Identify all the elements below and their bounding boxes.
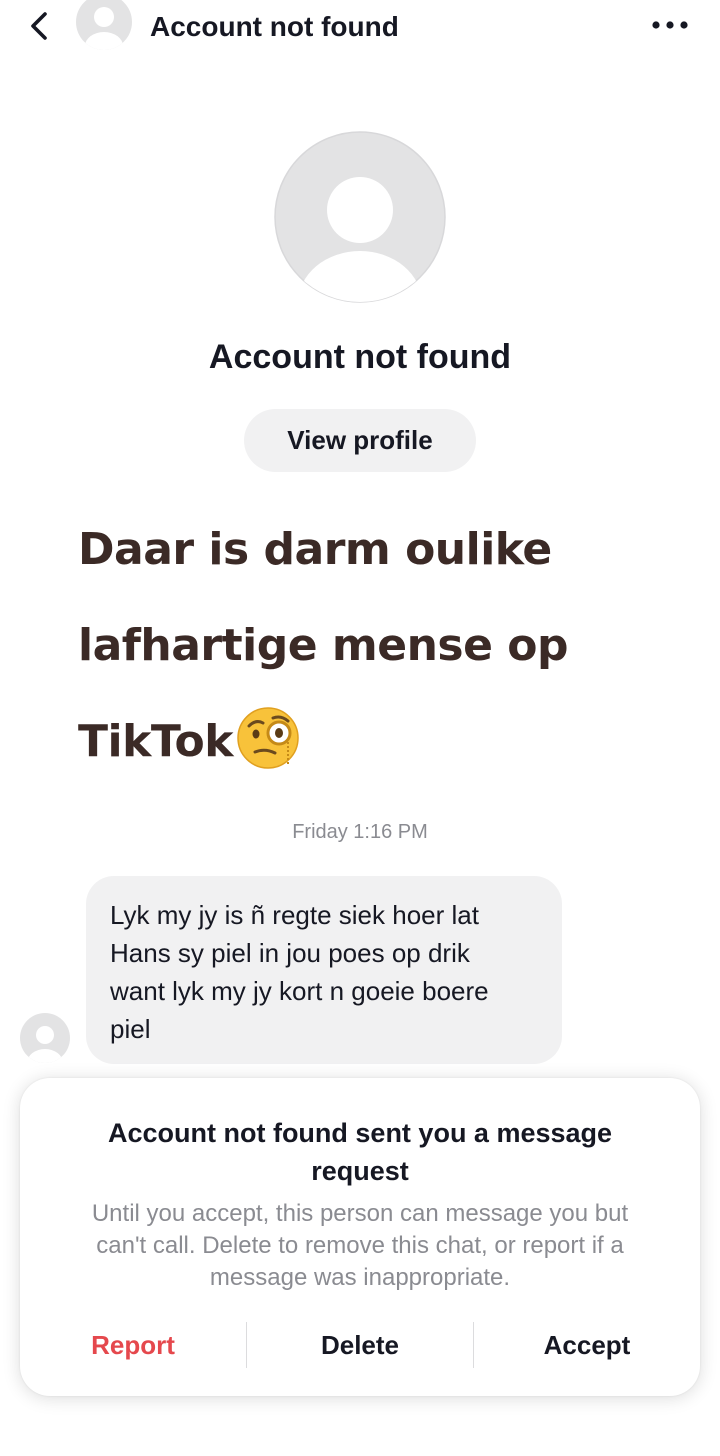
more-options-button[interactable] [648, 10, 692, 40]
request-description: Until you accept, this person can messag… [50, 1198, 670, 1294]
caption-text: TikTok [78, 716, 234, 767]
message-line: Hans sy piel in jou poes op drik [110, 938, 470, 968]
default-avatar-icon [20, 1013, 70, 1063]
back-button[interactable] [22, 8, 56, 44]
message-line: Lyk my jy is ñ regte siek hoer lat [110, 900, 479, 930]
more-horizontal-icon [652, 21, 688, 29]
request-actions: Report Delete Accept [20, 1322, 700, 1368]
request-description-line: can't call. Delete to remove this chat, … [96, 1232, 624, 1259]
caption-line: lafhartige mense op [78, 620, 569, 671]
chevron-left-icon [31, 12, 47, 40]
header-title: Account not found [150, 11, 399, 42]
accept-button[interactable]: Accept [474, 1322, 700, 1368]
view-profile-button[interactable]: View profile [244, 409, 476, 472]
message-timestamp: Friday 1:16 PM [292, 821, 428, 843]
message-request-card: Account not found sent you a message req… [20, 1078, 700, 1396]
delete-button[interactable]: Delete [247, 1322, 473, 1368]
report-button[interactable]: Report [20, 1322, 246, 1368]
profile-name: Account not found [208, 338, 512, 376]
profile-avatar[interactable] [274, 131, 446, 303]
request-description-line: Until you accept, this person can messag… [91, 1200, 629, 1227]
message-bubble[interactable]: Lyk my jy is ñ regte siek hoer lat Hans … [86, 876, 562, 1064]
caption-line: TikTok [78, 694, 678, 790]
default-avatar-icon [76, 0, 132, 50]
header-avatar[interactable] [76, 0, 132, 52]
request-description-line: message was inappropriate. [209, 1264, 511, 1291]
overlay-caption: Daar is darm oulike lafhartige mense op … [78, 502, 678, 790]
request-title-line: request [311, 1156, 409, 1186]
message-line: piel [110, 1014, 151, 1044]
face-with-monocle-icon [237, 707, 299, 769]
request-title-line: Account not found sent you a message [107, 1118, 613, 1148]
caption-line: Daar is darm oulike [78, 524, 552, 575]
default-avatar-icon [274, 131, 446, 303]
message-line: want lyk my jy kort n goeie boere [110, 976, 489, 1006]
request-title: Account not found sent you a message req… [50, 1114, 670, 1190]
sender-avatar[interactable] [20, 1013, 70, 1063]
top-bar: Account not found [0, 0, 720, 54]
